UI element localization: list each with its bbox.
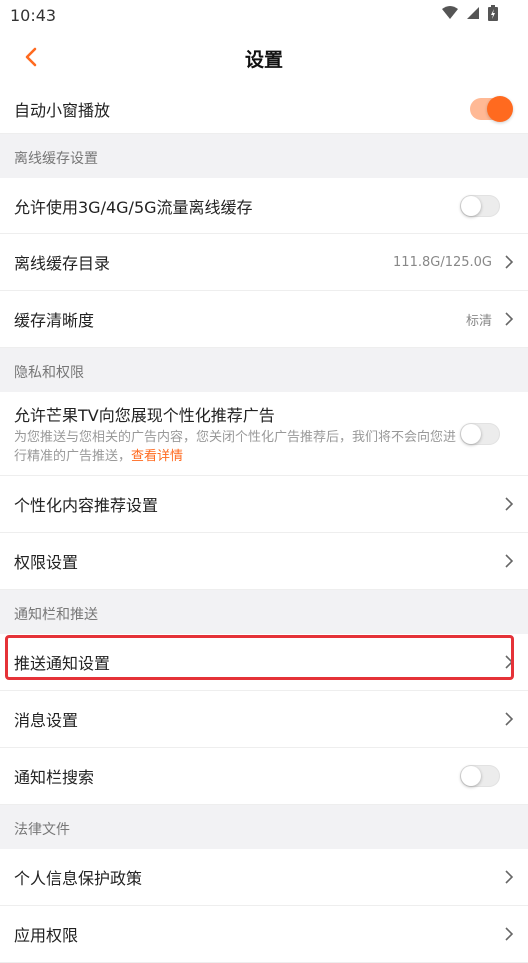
notify-search-label: 通知栏搜索 xyxy=(14,768,95,787)
toggle-knob xyxy=(487,95,513,122)
status-time: 10:43 xyxy=(10,6,57,25)
toggle-knob xyxy=(461,195,481,216)
chevron-right-icon xyxy=(505,497,514,511)
chevron-right-icon xyxy=(505,712,514,726)
cache-quality-row[interactable]: 缓存清晰度 标清 xyxy=(0,291,528,348)
notify-search-toggle[interactable] xyxy=(460,765,500,787)
cache-dir-value: 111.8G/125.0G xyxy=(393,254,492,270)
personalized-ads-label: 允许芒果TV向您展现个性化推荐广告 xyxy=(14,406,275,425)
chevron-right-icon xyxy=(505,312,514,326)
chevron-right-icon xyxy=(505,870,514,884)
section-notifications: 通知栏和推送 xyxy=(0,590,528,634)
permissions-row[interactable]: 权限设置 xyxy=(0,533,528,590)
push-settings-row[interactable]: 推送通知设置 xyxy=(0,634,528,691)
chevron-right-icon xyxy=(505,255,514,269)
allow-mobile-cache-toggle[interactable] xyxy=(460,194,500,217)
personalized-ads-row: 允许芒果TV向您展现个性化推荐广告 为您推送与您相关的广告内容，您关闭个性化广告… xyxy=(0,392,528,476)
allow-mobile-cache-label: 允许使用3G/4G/5G流量离线缓存 xyxy=(14,197,253,217)
auto-pip-toggle[interactable] xyxy=(470,95,513,122)
app-permissions-label: 应用权限 xyxy=(14,926,79,945)
status-icons xyxy=(442,5,498,21)
cache-dir-row[interactable]: 离线缓存目录 111.8G/125.0G xyxy=(0,234,528,291)
cache-quality-value: 标清 xyxy=(465,313,492,329)
status-bar: 10:43 xyxy=(0,0,528,32)
push-settings-label: 推送通知设置 xyxy=(14,654,111,673)
personalized-content-row[interactable]: 个性化内容推荐设置 xyxy=(0,476,528,533)
personalized-ads-toggle[interactable] xyxy=(460,423,500,445)
cache-dir-label: 离线缓存目录 xyxy=(14,254,111,273)
app-permissions-row[interactable]: 应用权限 xyxy=(0,906,528,963)
personalized-ads-texts: 允许芒果TV向您展现个性化推荐广告 为您推送与您相关的广告内容，您关闭个性化广告… xyxy=(14,402,514,466)
notify-search-row: 通知栏搜索 xyxy=(0,748,528,805)
section-offline-cache: 离线缓存设置 xyxy=(0,134,528,178)
chevron-right-icon xyxy=(505,554,514,568)
personalized-content-label: 个性化内容推荐设置 xyxy=(14,496,159,515)
personalized-ads-desc: 为您推送与您相关的广告内容，您关闭个性化广告推荐后，我们将不会向您进行精准的广告… xyxy=(14,428,464,466)
personalized-ads-desc-text: 为您推送与您相关的广告内容，您关闭个性化广告推荐后，我们将不会向您进行精准的广告… xyxy=(14,430,457,464)
signal-icon xyxy=(467,7,479,19)
privacy-policy-row[interactable]: 个人信息保护政策 xyxy=(0,849,528,906)
toggle-knob xyxy=(461,424,481,444)
nav-bar: 设置 xyxy=(0,32,528,84)
back-arrow-icon xyxy=(25,47,37,67)
permissions-label: 权限设置 xyxy=(14,553,79,572)
section-legal: 法律文件 xyxy=(0,805,528,849)
message-settings-label: 消息设置 xyxy=(14,711,79,730)
view-details-link[interactable]: 查看详情 xyxy=(131,449,183,464)
cache-quality-label: 缓存清晰度 xyxy=(14,311,95,330)
back-button[interactable] xyxy=(20,46,42,68)
auto-pip-row: 自动小窗播放 xyxy=(0,84,528,134)
wifi-icon xyxy=(442,6,458,19)
auto-pip-label: 自动小窗播放 xyxy=(14,100,111,120)
battery-icon xyxy=(488,5,498,21)
toggle-knob xyxy=(461,766,481,786)
page-title: 设置 xyxy=(244,48,283,71)
privacy-policy-label: 个人信息保护政策 xyxy=(14,869,143,888)
allow-mobile-cache-row: 允许使用3G/4G/5G流量离线缓存 xyxy=(0,178,528,234)
message-settings-row[interactable]: 消息设置 xyxy=(0,691,528,748)
section-privacy: 隐私和权限 xyxy=(0,348,528,392)
chevron-right-icon xyxy=(505,655,514,669)
